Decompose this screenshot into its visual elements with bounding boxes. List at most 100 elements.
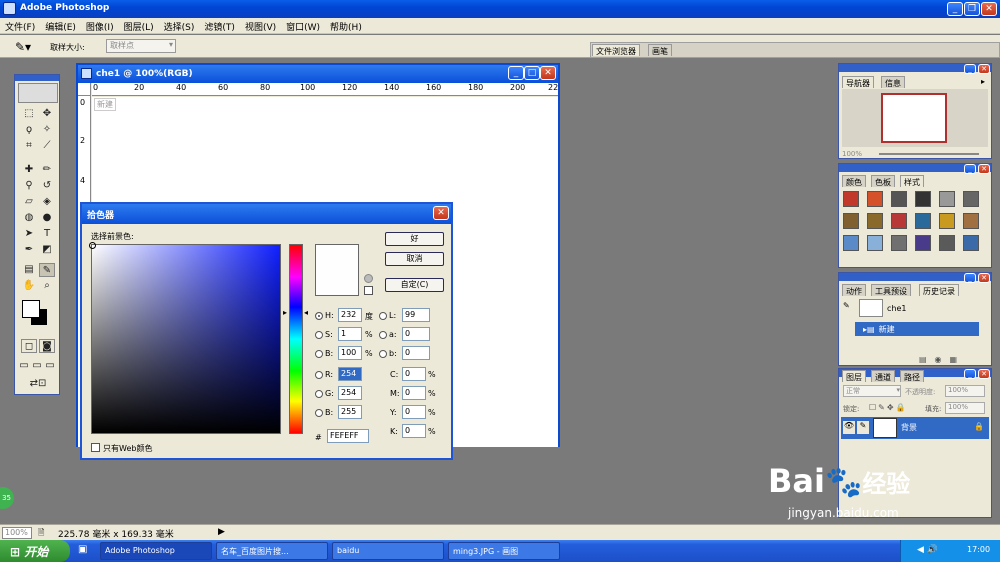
radio-b-lab[interactable] xyxy=(379,350,387,358)
panel-minimize-button[interactable]: _ xyxy=(964,164,976,174)
style-swatch[interactable] xyxy=(963,191,979,207)
web-only-checkbox[interactable] xyxy=(91,443,100,452)
cancel-button[interactable]: 取消 xyxy=(385,252,444,266)
style-swatch[interactable] xyxy=(891,191,907,207)
hex-field[interactable]: FEFEFF xyxy=(327,429,369,443)
hue-slider[interactable] xyxy=(289,244,303,434)
tab-history[interactable]: 历史记录 xyxy=(919,284,959,296)
custom-colors-button[interactable]: 自定(C) xyxy=(385,278,444,292)
notes-tool-icon[interactable]: ▤ xyxy=(21,263,37,277)
imageready-icon[interactable]: ⇄⊡ xyxy=(21,377,55,391)
eyedropper-icon[interactable]: ✎▾ xyxy=(15,40,31,54)
dodge-tool-icon[interactable]: ● xyxy=(39,211,55,225)
path-select-icon[interactable]: ➤ xyxy=(21,227,37,241)
hue-slider-left-arrow-icon[interactable]: ▸ xyxy=(283,308,287,317)
ok-button[interactable]: 好 xyxy=(385,232,444,246)
menu-help[interactable]: 帮助(H) xyxy=(325,18,367,33)
fill-field[interactable]: 100% xyxy=(945,402,985,414)
radio-h[interactable] xyxy=(315,312,323,320)
tab-color[interactable]: 颜色 xyxy=(842,175,866,187)
healing-brush-icon[interactable]: ✚ xyxy=(21,163,37,177)
snapshot-thumbnail[interactable] xyxy=(859,299,883,317)
panel-close-button[interactable]: ✕ xyxy=(978,164,990,174)
field-m[interactable]: 0 xyxy=(402,386,426,400)
opacity-field[interactable]: 100% xyxy=(945,385,985,397)
show-desktop-icon[interactable]: ▣ xyxy=(78,544,87,555)
style-swatch[interactable] xyxy=(915,213,931,229)
status-menu-arrow-icon[interactable]: ▶ xyxy=(218,527,225,537)
blend-mode-select[interactable]: 正常 ▾ xyxy=(843,385,901,397)
start-button[interactable]: ⊞ 开始 xyxy=(0,540,70,562)
field-c[interactable]: 0 xyxy=(402,367,426,381)
style-swatch[interactable] xyxy=(867,213,883,229)
magic-wand-icon[interactable]: ✧ xyxy=(39,123,55,137)
doc-minimize-button[interactable]: _ xyxy=(508,66,524,80)
field-h[interactable]: 232 xyxy=(338,308,362,322)
tab-brushes[interactable]: 画笔 xyxy=(648,44,672,56)
style-swatch[interactable] xyxy=(843,191,859,207)
field-r[interactable]: 254 xyxy=(338,367,362,381)
snapshot-brush-icon[interactable]: ✎ xyxy=(843,301,855,313)
foreground-color-swatch[interactable] xyxy=(22,300,40,318)
tab-channels[interactable]: 通道 xyxy=(871,370,895,382)
screen-mode-1-icon[interactable]: ▭ xyxy=(18,359,30,373)
web-safe-icon[interactable] xyxy=(364,286,373,295)
tab-file-browser[interactable]: 文件浏览器 xyxy=(592,44,640,56)
menu-select[interactable]: 选择(S) xyxy=(159,18,200,33)
field-k[interactable]: 0 xyxy=(402,424,426,438)
menu-filter[interactable]: 滤镜(T) xyxy=(199,18,240,33)
task-folder[interactable]: baidu xyxy=(332,542,444,560)
field-y[interactable]: 0 xyxy=(402,405,426,419)
panel-minimize-button[interactable]: _ xyxy=(964,64,976,74)
style-swatch[interactable] xyxy=(843,213,859,229)
brush-tool-icon[interactable]: ✏ xyxy=(39,163,55,177)
move-tool-icon[interactable]: ✥ xyxy=(39,107,55,121)
saturation-brightness-field[interactable] xyxy=(89,242,281,434)
snapshot-name[interactable]: che1 xyxy=(887,304,906,313)
panel-close-button[interactable]: ✕ xyxy=(978,369,990,379)
sample-size-select[interactable]: 取样点 ▾ xyxy=(106,39,176,53)
field-g[interactable]: 254 xyxy=(338,386,362,400)
shape-tool-icon[interactable]: ◩ xyxy=(39,243,55,257)
radio-a[interactable] xyxy=(379,331,387,339)
navigator-preview[interactable] xyxy=(881,93,947,143)
tab-navigator[interactable]: 导航器 xyxy=(842,76,874,88)
radio-b-rgb[interactable] xyxy=(315,409,323,417)
navigator-zoom-slider[interactable] xyxy=(879,153,979,155)
menu-image[interactable]: 图像(I) xyxy=(81,18,119,33)
tab-styles[interactable]: 样式 xyxy=(900,175,924,187)
eraser-tool-icon[interactable]: ▱ xyxy=(21,195,37,209)
radio-r[interactable] xyxy=(315,371,323,379)
style-swatch[interactable] xyxy=(867,235,883,251)
tab-paths[interactable]: 路径 xyxy=(900,370,924,382)
menu-layer[interactable]: 图层(L) xyxy=(119,18,159,33)
tab-layers[interactable]: 图层 xyxy=(842,370,866,382)
task-paint[interactable]: ming3.JPG - 画图 xyxy=(448,542,560,560)
style-swatch[interactable] xyxy=(891,235,907,251)
eyedropper-tool-icon[interactable]: ✎ xyxy=(39,263,55,277)
panel-close-button[interactable]: ✕ xyxy=(978,273,990,283)
radio-g[interactable] xyxy=(315,390,323,398)
menu-file[interactable]: 文件(F) xyxy=(0,18,40,33)
style-swatch[interactable] xyxy=(939,213,955,229)
radio-b[interactable] xyxy=(315,350,323,358)
brush-link-icon[interactable]: ✎ xyxy=(857,421,869,434)
panel-menu-arrow-icon[interactable]: ▸ xyxy=(981,77,985,86)
bucket-tool-icon[interactable]: ◈ xyxy=(39,195,55,209)
minimize-button[interactable]: _ xyxy=(947,2,963,16)
field-b[interactable]: 100 xyxy=(338,346,362,360)
tray-icons[interactable]: ◀ 🔊 xyxy=(917,545,938,555)
hand-tool-icon[interactable]: ✋ xyxy=(21,279,37,293)
blur-tool-icon[interactable]: ◍ xyxy=(21,211,37,225)
quickmask-mode-icon[interactable]: ◙ xyxy=(39,339,55,353)
field-l[interactable]: 99 xyxy=(402,308,430,322)
eye-icon[interactable]: 👁 xyxy=(843,421,855,434)
color-cursor[interactable] xyxy=(89,242,96,249)
field-b-rgb[interactable]: 255 xyxy=(338,405,362,419)
navigator-zoom[interactable]: 100% xyxy=(842,150,862,158)
out-of-gamut-icon[interactable] xyxy=(364,274,373,283)
standard-mode-icon[interactable]: ◻ xyxy=(21,339,37,353)
zoom-tool-icon[interactable]: ⌕ xyxy=(39,279,55,293)
panel-close-button[interactable]: ✕ xyxy=(978,64,990,74)
dialog-close-button[interactable]: ✕ xyxy=(433,206,449,220)
